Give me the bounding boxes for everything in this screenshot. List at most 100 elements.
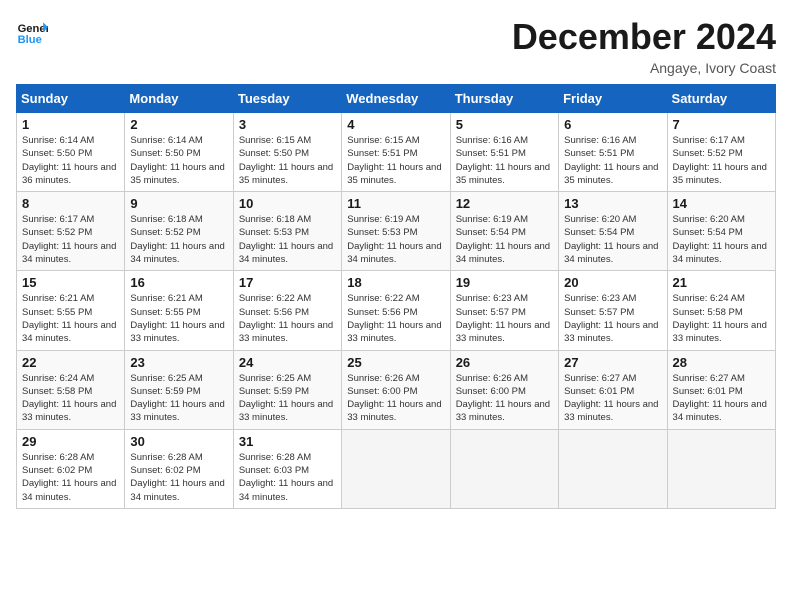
day-detail: Sunrise: 6:27 AM Sunset: 6:01 PM Dayligh… [673,372,770,425]
page-header: General Blue December 2024 Angaye, Ivory… [16,16,776,76]
calendar-cell: 20 Sunrise: 6:23 AM Sunset: 5:57 PM Dayli… [559,271,667,350]
week-row-3: 15 Sunrise: 6:21 AM Sunset: 5:55 PM Dayli… [17,271,776,350]
day-number: 9 [130,196,227,211]
day-detail: Sunrise: 6:14 AM Sunset: 5:50 PM Dayligh… [130,134,227,187]
calendar-cell [667,429,775,508]
title-area: December 2024 Angaye, Ivory Coast [512,16,776,76]
logo-icon: General Blue [16,16,48,48]
calendar-cell: 24 Sunrise: 6:25 AM Sunset: 5:59 PM Dayli… [233,350,341,429]
day-detail: Sunrise: 6:15 AM Sunset: 5:51 PM Dayligh… [347,134,444,187]
calendar-subtitle: Angaye, Ivory Coast [512,60,776,76]
day-detail: Sunrise: 6:22 AM Sunset: 5:56 PM Dayligh… [347,292,444,345]
day-detail: Sunrise: 6:18 AM Sunset: 5:53 PM Dayligh… [239,213,336,266]
calendar-cell: 4 Sunrise: 6:15 AM Sunset: 5:51 PM Daylig… [342,113,450,192]
calendar-cell: 13 Sunrise: 6:20 AM Sunset: 5:54 PM Dayli… [559,192,667,271]
day-detail: Sunrise: 6:26 AM Sunset: 6:00 PM Dayligh… [347,372,444,425]
calendar-cell: 11 Sunrise: 6:19 AM Sunset: 5:53 PM Dayli… [342,192,450,271]
calendar-cell: 23Sunrise: 6:25 AM Sunset: 5:59 PM Dayli… [125,350,233,429]
calendar-cell: 29 Sunrise: 6:28 AM Sunset: 6:02 PM Dayli… [17,429,125,508]
header-row: Sunday Monday Tuesday Wednesday Thursday… [17,85,776,113]
day-number: 6 [564,117,661,132]
calendar-table: Sunday Monday Tuesday Wednesday Thursday… [16,84,776,509]
day-number: 13 [564,196,661,211]
day-number: 25 [347,355,444,370]
day-number: 17 [239,275,336,290]
day-detail: Sunrise: 6:17 AM Sunset: 5:52 PM Dayligh… [22,213,119,266]
day-detail: Sunrise: 6:25 AM Sunset: 5:59 PM Dayligh… [130,372,227,425]
calendar-cell [450,429,558,508]
calendar-cell: 8 Sunrise: 6:17 AM Sunset: 5:52 PM Daylig… [17,192,125,271]
day-detail: Sunrise: 6:28 AM Sunset: 6:02 PM Dayligh… [22,451,119,504]
day-detail: Sunrise: 6:24 AM Sunset: 5:58 PM Dayligh… [22,372,119,425]
calendar-cell: 18 Sunrise: 6:22 AM Sunset: 5:56 PM Dayli… [342,271,450,350]
day-number: 16 [130,275,227,290]
col-sunday: Sunday [17,85,125,113]
day-number: 20 [564,275,661,290]
day-number: 10 [239,196,336,211]
calendar-cell [559,429,667,508]
day-detail: Sunrise: 6:26 AM Sunset: 6:00 PM Dayligh… [456,372,553,425]
calendar-cell: 12 Sunrise: 6:19 AM Sunset: 5:54 PM Dayli… [450,192,558,271]
day-detail: Sunrise: 6:28 AM Sunset: 6:03 PM Dayligh… [239,451,336,504]
calendar-cell: 22 Sunrise: 6:24 AM Sunset: 5:58 PM Dayli… [17,350,125,429]
col-thursday: Thursday [450,85,558,113]
calendar-cell: 16 Sunrise: 6:21 AM Sunset: 5:55 PM Dayli… [125,271,233,350]
day-detail: Sunrise: 6:17 AM Sunset: 5:52 PM Dayligh… [673,134,770,187]
day-detail: Sunrise: 6:24 AM Sunset: 5:58 PM Dayligh… [673,292,770,345]
calendar-cell: 10 Sunrise: 6:18 AM Sunset: 5:53 PM Dayli… [233,192,341,271]
calendar-cell: 17 Sunrise: 6:22 AM Sunset: 5:56 PM Dayli… [233,271,341,350]
calendar-cell: 19 Sunrise: 6:23 AM Sunset: 5:57 PM Dayli… [450,271,558,350]
week-row-2: 8 Sunrise: 6:17 AM Sunset: 5:52 PM Daylig… [17,192,776,271]
calendar-cell: 5 Sunrise: 6:16 AM Sunset: 5:51 PM Daylig… [450,113,558,192]
day-number: 27 [564,355,661,370]
day-number: 15 [22,275,119,290]
day-number: 18 [347,275,444,290]
day-number: 3 [239,117,336,132]
day-number: 24 [239,355,336,370]
day-detail: Sunrise: 6:25 AM Sunset: 5:59 PM Dayligh… [239,372,336,425]
col-friday: Friday [559,85,667,113]
day-number: 4 [347,117,444,132]
day-number: 28 [673,355,770,370]
day-number: 29 [22,434,119,449]
day-detail: Sunrise: 6:20 AM Sunset: 5:54 PM Dayligh… [564,213,661,266]
calendar-title: December 2024 [512,16,776,58]
day-number: 1 [22,117,119,132]
day-detail: Sunrise: 6:19 AM Sunset: 5:53 PM Dayligh… [347,213,444,266]
day-number: 12 [456,196,553,211]
svg-text:Blue: Blue [18,34,42,46]
calendar-cell [342,429,450,508]
calendar-cell: 15 Sunrise: 6:21 AM Sunset: 5:55 PM Dayli… [17,271,125,350]
day-number: 8 [22,196,119,211]
day-detail: Sunrise: 6:16 AM Sunset: 5:51 PM Dayligh… [456,134,553,187]
col-wednesday: Wednesday [342,85,450,113]
day-number: 11 [347,196,444,211]
day-detail: Sunrise: 6:23 AM Sunset: 5:57 PM Dayligh… [456,292,553,345]
day-number: 2 [130,117,227,132]
day-number: 14 [673,196,770,211]
calendar-cell: 7Sunrise: 6:17 AM Sunset: 5:52 PM Daylig… [667,113,775,192]
calendar-cell: 3Sunrise: 6:15 AM Sunset: 5:50 PM Daylig… [233,113,341,192]
calendar-cell: 26 Sunrise: 6:26 AM Sunset: 6:00 PM Dayli… [450,350,558,429]
day-detail: Sunrise: 6:19 AM Sunset: 5:54 PM Dayligh… [456,213,553,266]
day-detail: Sunrise: 6:21 AM Sunset: 5:55 PM Dayligh… [130,292,227,345]
col-monday: Monday [125,85,233,113]
day-detail: Sunrise: 6:28 AM Sunset: 6:02 PM Dayligh… [130,451,227,504]
day-detail: Sunrise: 6:27 AM Sunset: 6:01 PM Dayligh… [564,372,661,425]
day-detail: Sunrise: 6:21 AM Sunset: 5:55 PM Dayligh… [22,292,119,345]
day-detail: Sunrise: 6:20 AM Sunset: 5:54 PM Dayligh… [673,213,770,266]
day-number: 22 [22,355,119,370]
day-detail: Sunrise: 6:14 AM Sunset: 5:50 PM Dayligh… [22,134,119,187]
day-detail: Sunrise: 6:23 AM Sunset: 5:57 PM Dayligh… [564,292,661,345]
calendar-cell: 27 Sunrise: 6:27 AM Sunset: 6:01 PM Dayli… [559,350,667,429]
day-detail: Sunrise: 6:22 AM Sunset: 5:56 PM Dayligh… [239,292,336,345]
day-number: 31 [239,434,336,449]
calendar-cell: 31 Sunrise: 6:28 AM Sunset: 6:03 PM Dayli… [233,429,341,508]
calendar-cell: 1 Sunrise: 6:14 AM Sunset: 5:50 PM Daylig… [17,113,125,192]
day-number: 19 [456,275,553,290]
calendar-cell: 14 Sunrise: 6:20 AM Sunset: 5:54 PM Dayli… [667,192,775,271]
calendar-cell: 28 Sunrise: 6:27 AM Sunset: 6:01 PM Dayli… [667,350,775,429]
day-number: 5 [456,117,553,132]
day-number: 26 [456,355,553,370]
day-detail: Sunrise: 6:18 AM Sunset: 5:52 PM Dayligh… [130,213,227,266]
